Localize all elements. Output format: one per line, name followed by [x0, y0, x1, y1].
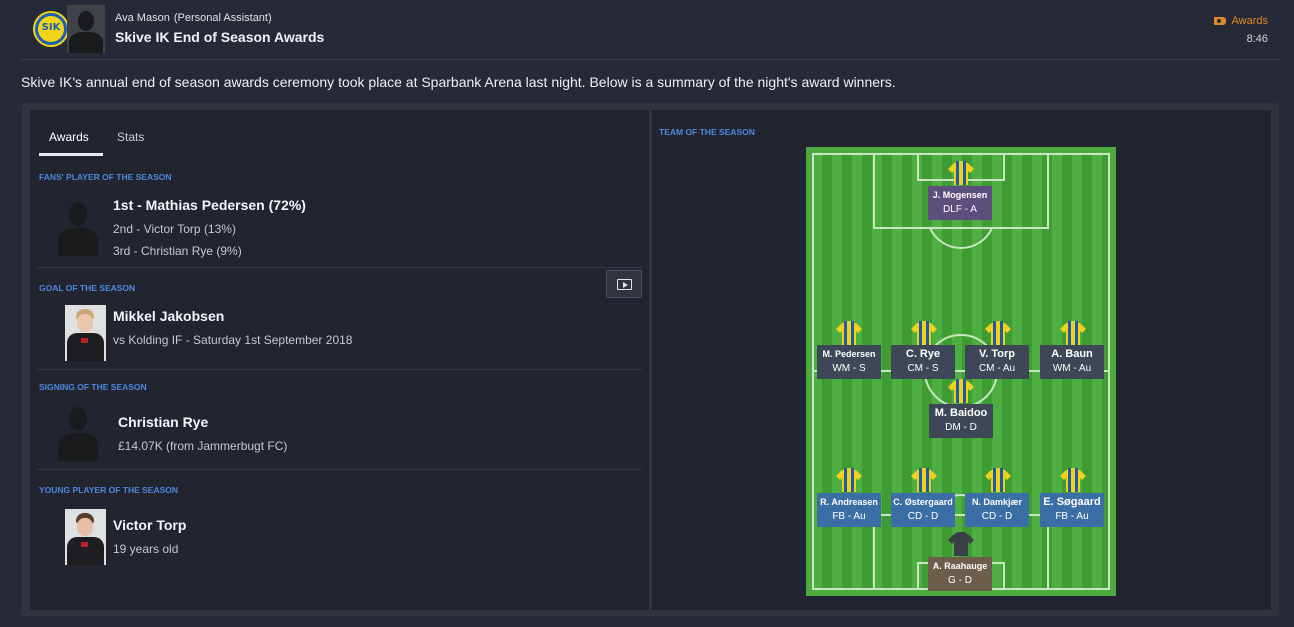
- tag-icon: [1213, 17, 1226, 25]
- team-of-season-title: TEAM OF THE SEASON: [659, 127, 755, 137]
- player-name: M. Pedersen: [822, 349, 876, 359]
- player-role: FB - Au: [1055, 511, 1089, 522]
- sender-role: (Personal Assistant): [173, 12, 272, 24]
- jersey-icon: [836, 468, 862, 492]
- sender-line: Ava Mason (Personal Assistant): [115, 12, 272, 24]
- signing-fee: £14.07K (from Jammerbugt FC): [118, 439, 288, 453]
- fans-third-place[interactable]: 3rd - Christian Rye (9%): [113, 244, 242, 258]
- header-divider: [21, 59, 1280, 60]
- player-name: V. Torp: [978, 348, 1016, 360]
- fans-player-title: FANS' PLAYER OF THE SEASON: [39, 172, 172, 182]
- player-name: J. Mogensen: [932, 190, 988, 200]
- club-badge-icon: SIK: [33, 11, 69, 47]
- player-card[interactable]: E. Søgaard FB - Au: [1040, 493, 1104, 527]
- jersey-icon: [1060, 321, 1086, 345]
- player-name: R. Andreasen: [820, 497, 878, 507]
- player-photo[interactable]: [65, 305, 106, 361]
- section-divider: [37, 369, 642, 370]
- jersey-icon: [985, 321, 1011, 345]
- player-name: A. Baun: [1051, 348, 1093, 360]
- player-card[interactable]: M. Baidoo DM - D: [929, 404, 993, 438]
- player-card[interactable]: C. Rye CM - S: [891, 345, 955, 379]
- tag-label: Awards: [1231, 15, 1268, 27]
- player-role: CD - D: [907, 511, 939, 522]
- tab-awards[interactable]: Awards: [49, 130, 89, 144]
- awards-panel: [30, 110, 649, 610]
- player-card[interactable]: M. Pedersen WM - S: [817, 345, 881, 379]
- signing-title: SIGNING OF THE SEASON: [39, 382, 147, 392]
- message-time: 8:46: [1246, 33, 1268, 45]
- player-name: M. Baidoo: [934, 407, 988, 419]
- player-avatar[interactable]: [57, 200, 98, 256]
- player-role: CD - D: [981, 511, 1013, 522]
- young-player-title: YOUNG PLAYER OF THE SEASON: [39, 485, 179, 495]
- goal-match-detail[interactable]: vs Kolding IF - Saturday 1st September 2…: [113, 333, 352, 347]
- jersey-icon: [911, 468, 937, 492]
- player-role: FB - Au: [832, 511, 866, 522]
- player-name: C. Rye: [905, 348, 941, 360]
- player-card[interactable]: J. Mogensen DLF - A: [928, 186, 992, 220]
- player-name: A. Raahauge: [932, 561, 988, 571]
- player-card[interactable]: R. Andreasen FB - Au: [817, 493, 881, 527]
- young-player-age: 19 years old: [113, 542, 179, 556]
- sender-name[interactable]: Ava Mason: [115, 12, 170, 24]
- signing-player-name[interactable]: Christian Rye: [118, 414, 208, 430]
- player-card[interactable]: A. Raahauge G - D: [928, 557, 992, 591]
- tab-stats[interactable]: Stats: [117, 130, 144, 144]
- jersey-icon: [948, 161, 974, 185]
- active-tab-indicator: [39, 153, 103, 156]
- player-role: DLF - A: [943, 204, 977, 215]
- message-subject: Skive IK End of Season Awards: [115, 29, 325, 45]
- player-name: N. Damkjær: [971, 497, 1023, 507]
- jersey-icon: [911, 321, 937, 345]
- watch-goal-button[interactable]: [606, 270, 642, 298]
- jersey-icon: [836, 321, 862, 345]
- player-role: DM - D: [945, 422, 977, 433]
- sender-avatar[interactable]: [67, 5, 105, 53]
- player-card[interactable]: C. Østergaard CD - D: [891, 493, 955, 527]
- young-player-name[interactable]: Victor Torp: [113, 517, 186, 533]
- goal-title: GOAL OF THE SEASON: [39, 283, 136, 293]
- player-card[interactable]: A. Baun WM - Au: [1040, 345, 1104, 379]
- player-avatar[interactable]: [57, 405, 98, 461]
- player-role: WM - S: [832, 363, 866, 374]
- player-role: CM - Au: [978, 363, 1016, 374]
- fans-second-place[interactable]: 2nd - Victor Torp (13%): [113, 222, 236, 236]
- section-divider: [37, 469, 642, 470]
- fans-first-place[interactable]: 1st - Mathias Pedersen (72%): [113, 197, 306, 213]
- jersey-icon: [985, 468, 1011, 492]
- player-card[interactable]: V. Torp CM - Au: [965, 345, 1029, 379]
- goal-scorer-name[interactable]: Mikkel Jakobsen: [113, 308, 224, 324]
- player-role: CM - S: [907, 363, 939, 374]
- message-summary: Skive IK's annual end of season awards c…: [21, 74, 896, 90]
- section-divider: [37, 267, 642, 268]
- message-header: SIK Ava Mason (Personal Assistant) Skive …: [0, 0, 1294, 60]
- jersey-icon: [948, 532, 974, 556]
- player-card[interactable]: N. Damkjær CD - D: [965, 493, 1029, 527]
- player-name: E. Søgaard: [1043, 496, 1101, 508]
- player-role: WM - Au: [1052, 363, 1092, 374]
- jersey-icon: [948, 379, 974, 403]
- jersey-icon: [1060, 468, 1086, 492]
- player-name: C. Østergaard: [893, 497, 953, 507]
- message-tag[interactable]: Awards: [1213, 15, 1268, 27]
- player-photo[interactable]: [65, 509, 106, 565]
- player-role: G - D: [948, 575, 972, 586]
